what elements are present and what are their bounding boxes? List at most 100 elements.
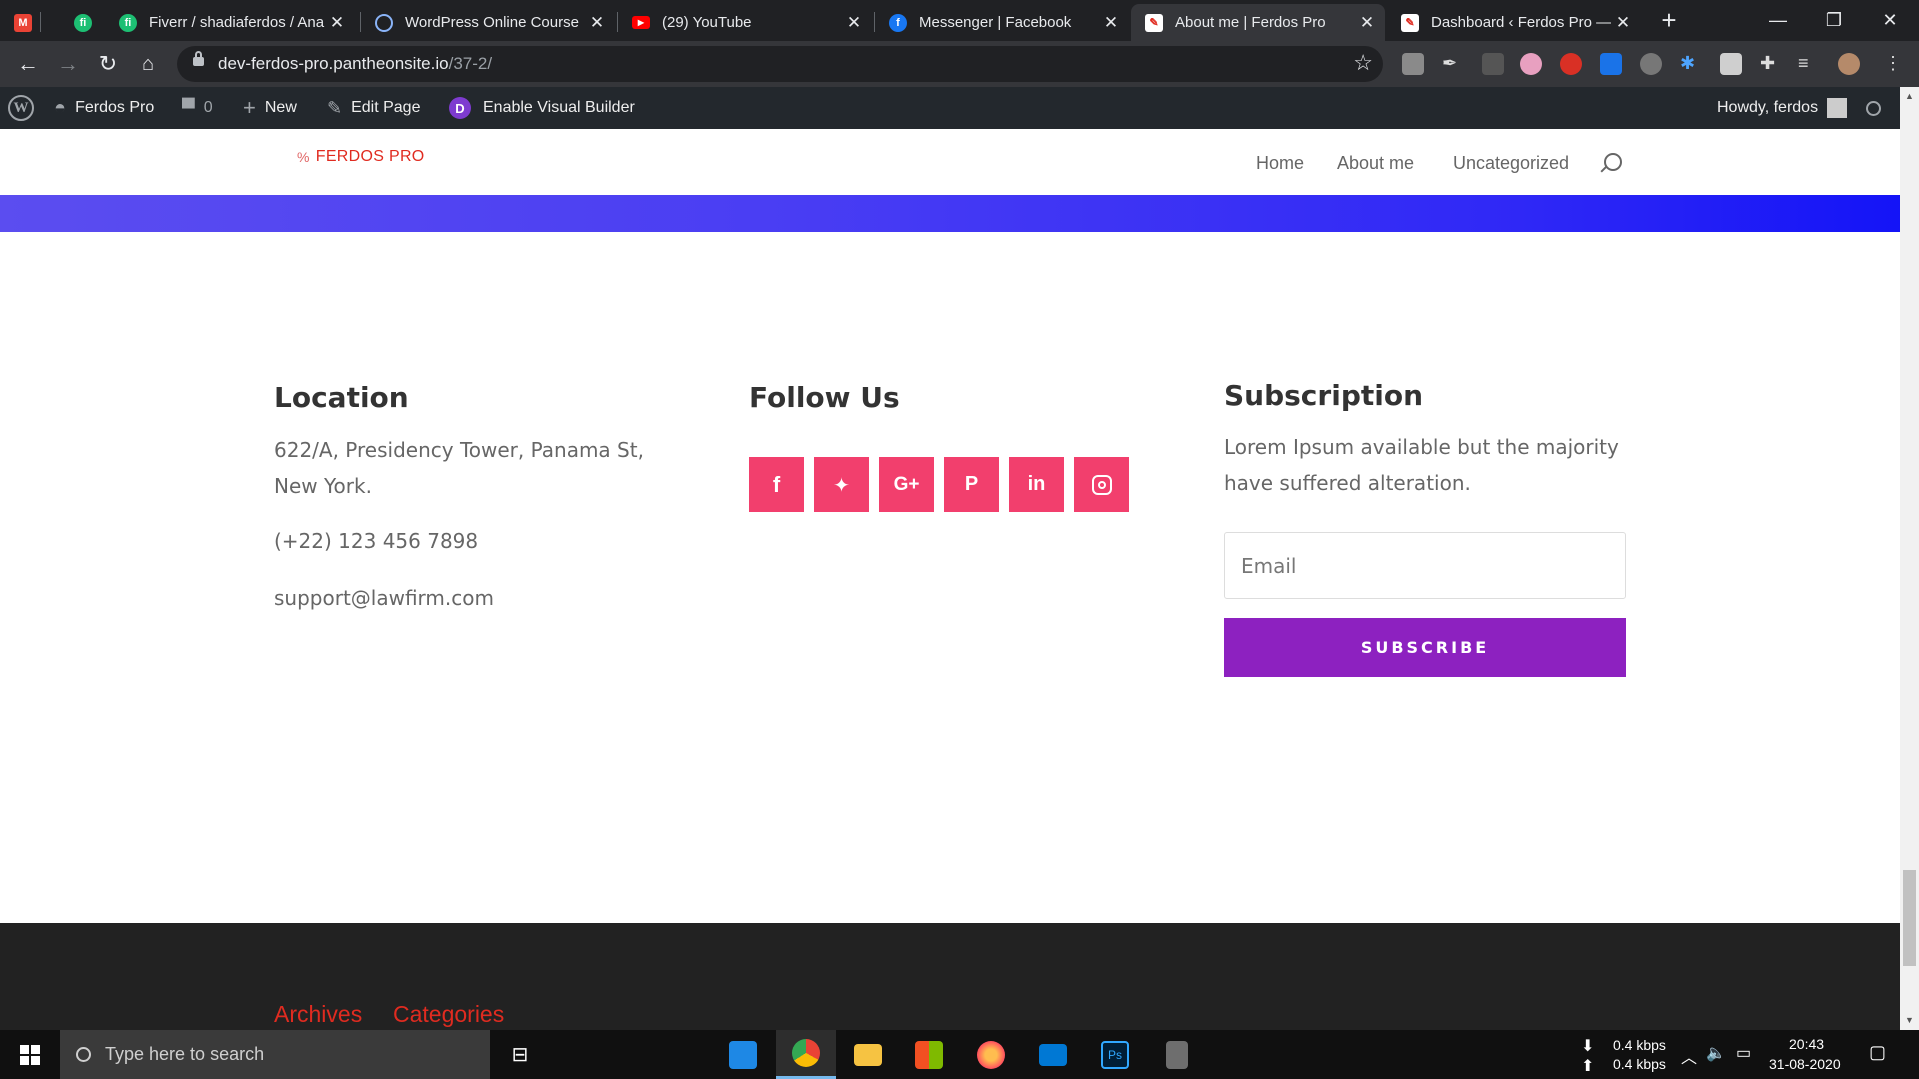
nav-about-me[interactable]: About me bbox=[1337, 153, 1414, 174]
color-picker-icon[interactable]: ✒ bbox=[1442, 53, 1464, 75]
close-window-button[interactable]: ✕ bbox=[1862, 0, 1918, 41]
location-email[interactable]: support@lawfirm.com bbox=[274, 580, 494, 616]
nav-home[interactable]: Home bbox=[1256, 153, 1304, 174]
extension-icon[interactable] bbox=[1402, 53, 1424, 75]
subscribe-button[interactable]: SUBSCRIBE bbox=[1224, 618, 1626, 677]
site-name-label: Ferdos Pro bbox=[75, 99, 155, 116]
extension-icon[interactable]: ✱ bbox=[1680, 53, 1702, 75]
comment-icon: ▀ bbox=[182, 97, 195, 118]
forward-icon[interactable]: → bbox=[52, 48, 84, 80]
wp-logo-icon[interactable]: W bbox=[8, 87, 34, 129]
restore-button[interactable]: ❐ bbox=[1806, 0, 1862, 41]
twitter-button[interactable]: ✦ bbox=[814, 457, 869, 512]
nav-uncategorized[interactable]: Uncategorized bbox=[1453, 153, 1569, 174]
linkedin-button[interactable]: in bbox=[1009, 457, 1064, 512]
wp-enable-visual-builder[interactable]: D Enable Visual Builder bbox=[449, 87, 635, 129]
wp-comments[interactable]: ▀ 0 bbox=[182, 87, 213, 129]
email-input[interactable] bbox=[1225, 533, 1625, 598]
wp-account[interactable]: Howdy, ferdos bbox=[1717, 87, 1848, 129]
tab-title: Messenger | Facebook bbox=[919, 14, 1072, 31]
taskbar-search-placeholder: Type here to search bbox=[105, 1044, 265, 1064]
google-plus-button[interactable]: G+ bbox=[879, 457, 934, 512]
clock-time[interactable]: 20:43 bbox=[1789, 1036, 1824, 1052]
email-field[interactable] bbox=[1224, 532, 1626, 599]
wp-new[interactable]: + New bbox=[243, 87, 297, 129]
vscode-icon[interactable] bbox=[713, 1030, 773, 1079]
tab-dashboard[interactable]: ✎ Dashboard ‹ Ferdos Pro — ✕ bbox=[1387, 4, 1641, 41]
close-tab-icon[interactable]: ✕ bbox=[585, 13, 609, 33]
wp-edit-page[interactable]: ✎ Edit Page bbox=[327, 87, 420, 129]
divi-page-icon: ✎ bbox=[1145, 13, 1163, 32]
taskbar-search-box[interactable]: Type here to search bbox=[60, 1030, 490, 1079]
close-tab-icon[interactable]: ✕ bbox=[1611, 13, 1635, 33]
location-phone: (+22) 123 456 7898 bbox=[274, 529, 479, 553]
pinterest-button[interactable]: P bbox=[944, 457, 999, 512]
extension-icon[interactable] bbox=[1520, 53, 1542, 75]
extensions-puzzle-icon[interactable]: ✚ bbox=[1760, 53, 1782, 75]
screenshot-extension-icon[interactable] bbox=[1482, 53, 1504, 75]
extension-icon[interactable] bbox=[1600, 53, 1622, 75]
bookmark-star-icon[interactable]: ☆ bbox=[1353, 50, 1373, 76]
instagram-icon bbox=[1091, 474, 1112, 495]
clock-date[interactable]: 31-08-2020 bbox=[1769, 1056, 1841, 1072]
profile-avatar[interactable] bbox=[1838, 53, 1860, 75]
back-icon[interactable]: ← bbox=[12, 48, 44, 80]
dashboard-icon: ◓ bbox=[54, 96, 67, 119]
tab-about-me[interactable]: ✎ About me | Ferdos Pro ✕ bbox=[1131, 4, 1385, 41]
net-up-speed: 0.4 kbps bbox=[1613, 1056, 1666, 1072]
tab-wordpress-course[interactable]: WordPress Online Course ✕ bbox=[361, 4, 615, 41]
new-tab-button[interactable]: + bbox=[1655, 6, 1683, 34]
mail-icon[interactable] bbox=[1023, 1030, 1083, 1079]
network-icon[interactable]: ▭ bbox=[1736, 1043, 1751, 1063]
facebook-button[interactable]: f bbox=[749, 457, 804, 512]
location-address-line1: 622/A, Presidency Tower, Panama St, bbox=[274, 438, 644, 462]
scrollbar-thumb[interactable] bbox=[1903, 870, 1916, 966]
adblock-extension-icon[interactable] bbox=[1560, 53, 1582, 75]
linkedin-icon: in bbox=[1027, 473, 1046, 495]
reading-list-icon[interactable]: ≡ bbox=[1798, 53, 1820, 75]
extension-icon[interactable] bbox=[1720, 53, 1742, 75]
close-tab-icon[interactable]: ✕ bbox=[842, 13, 866, 33]
notifications-icon[interactable]: ▢ bbox=[1869, 1042, 1886, 1063]
firefox-icon[interactable] bbox=[961, 1030, 1021, 1079]
file-explorer-icon[interactable] bbox=[838, 1030, 898, 1079]
close-tab-icon[interactable]: ✕ bbox=[1355, 13, 1379, 33]
calculator-icon[interactable] bbox=[1147, 1030, 1207, 1079]
tab-fiverr[interactable]: fi Fiverr / shadiaferdos / Ana ✕ bbox=[105, 4, 355, 41]
photoshop-icon[interactable]: Ps bbox=[1085, 1030, 1145, 1079]
scroll-up-arrow-icon[interactable]: ▲ bbox=[1900, 88, 1919, 105]
fiverr-icon: fi bbox=[74, 13, 92, 32]
microsoft-store-icon[interactable] bbox=[899, 1030, 959, 1079]
volume-icon[interactable]: 🔈 bbox=[1706, 1043, 1726, 1063]
tab-youtube[interactable]: ▶ (29) YouTube ✕ bbox=[618, 4, 872, 41]
follow-heading: Follow Us bbox=[749, 381, 900, 414]
reload-icon[interactable]: ↻ bbox=[92, 48, 124, 80]
lightbulb-extension-icon[interactable] bbox=[1640, 53, 1662, 75]
wp-search-icon[interactable] bbox=[1866, 87, 1881, 129]
task-view-icon[interactable]: ⊟ bbox=[490, 1030, 550, 1079]
home-icon[interactable]: ⌂ bbox=[132, 48, 164, 80]
close-tab-icon[interactable]: ✕ bbox=[325, 13, 349, 33]
pencil-icon: ✎ bbox=[327, 97, 343, 118]
wp-site-name[interactable]: ◓ Ferdos Pro bbox=[54, 87, 154, 129]
close-tab-icon[interactable]: ✕ bbox=[1099, 13, 1123, 33]
search-icon[interactable] bbox=[1604, 153, 1622, 171]
scroll-down-arrow-icon[interactable]: ▼ bbox=[1900, 1012, 1919, 1029]
tab-gmail[interactable]: M bbox=[0, 4, 40, 41]
howdy-label: Howdy, ferdos bbox=[1717, 99, 1819, 116]
instagram-button[interactable] bbox=[1074, 457, 1129, 512]
browser-toolbar: ← → ↻ ⌂ dev-ferdos-pro.pantheonsite.io/3… bbox=[0, 41, 1919, 87]
site-logo[interactable]: % FERDOS PRO bbox=[297, 148, 425, 166]
minimize-button[interactable]: — bbox=[1750, 0, 1806, 41]
tab-fiverr-pinned[interactable]: fi bbox=[60, 4, 100, 41]
windows-start-button[interactable] bbox=[0, 1030, 60, 1079]
address-bar[interactable]: dev-ferdos-pro.pantheonsite.io/37-2/ ☆ bbox=[177, 46, 1383, 82]
tab-messenger[interactable]: f Messenger | Facebook ✕ bbox=[875, 4, 1129, 41]
subscription-heading: Subscription bbox=[1224, 379, 1424, 412]
url-text[interactable]: dev-ferdos-pro.pantheonsite.io/37-2/ bbox=[218, 54, 492, 74]
google-plus-icon: G+ bbox=[893, 473, 920, 495]
show-hidden-icons-chevron-icon[interactable]: ︿ bbox=[1681, 1044, 1697, 1068]
upload-arrow-icon: ⬆ bbox=[1581, 1058, 1595, 1075]
browser-menu-icon[interactable]: ⋮ bbox=[1884, 53, 1906, 75]
chrome-icon[interactable] bbox=[776, 1030, 836, 1079]
